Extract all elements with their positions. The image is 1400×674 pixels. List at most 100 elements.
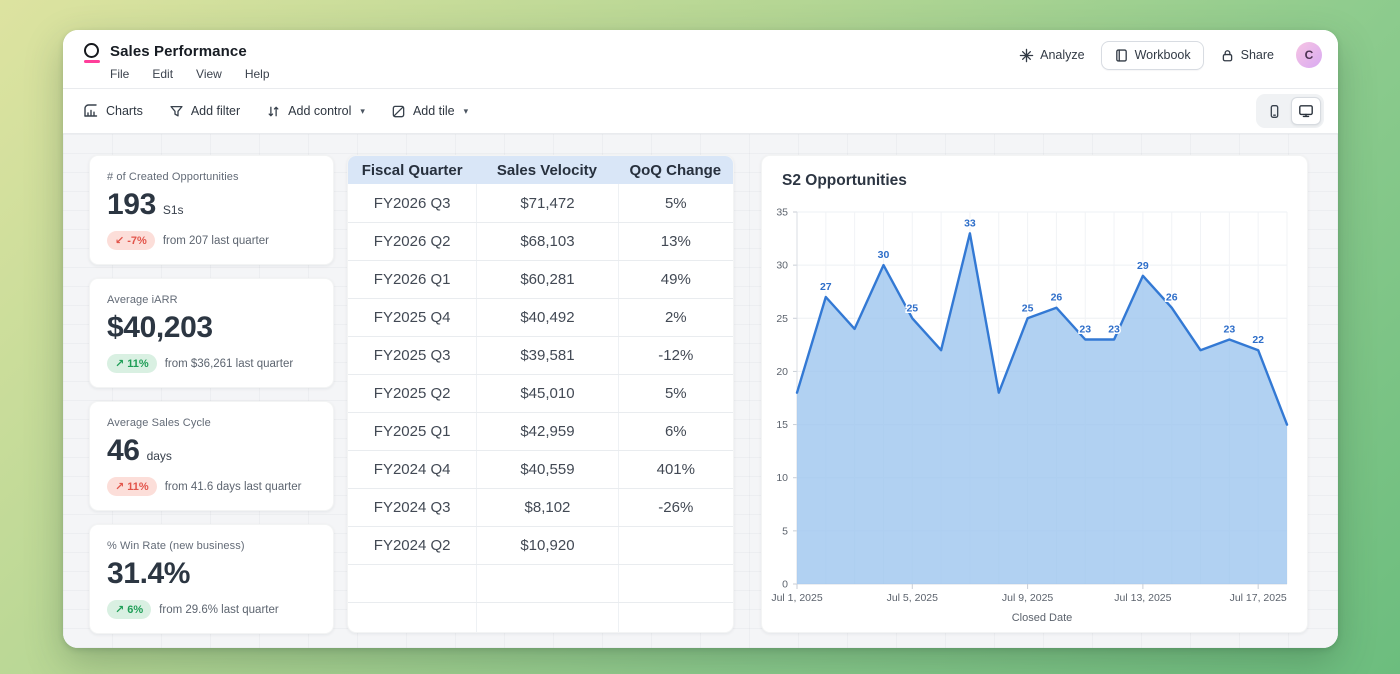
table-cell[interactable]: 49% <box>618 261 733 298</box>
table-row: FY2026 Q2$68,10313% <box>348 222 733 260</box>
chart-data-label: 25 <box>1022 302 1034 314</box>
workbook-button[interactable]: Workbook <box>1101 41 1204 70</box>
add-control-button[interactable]: Add control ▾ <box>266 104 365 119</box>
menu-view[interactable]: View <box>196 67 222 81</box>
table-cell[interactable]: -26% <box>618 489 733 526</box>
table-row: FY2025 Q1$42,9596% <box>348 412 733 450</box>
logo-ring-icon <box>84 43 99 58</box>
kpi-card[interactable]: # of Created Opportunities 193S1s ↙ -7% fro… <box>89 155 334 265</box>
mobile-view-button[interactable] <box>1259 97 1289 125</box>
chart-data-label: 26 <box>1166 292 1178 304</box>
kpi-compare-text: from 207 last quarter <box>163 235 269 247</box>
kpi-card[interactable]: Average Sales Cycle46days↗ 11%from 41.6 … <box>89 401 334 511</box>
table-cell[interactable]: $10,920 <box>476 527 617 564</box>
table-cell[interactable]: $60,281 <box>476 261 617 298</box>
y-axis-tick-label: 30 <box>776 260 788 272</box>
workbook-canvas: # of Created Opportunities 193S1s ↙ -7% fro… <box>63 134 1338 648</box>
table-cell[interactable]: FY2025 Q1 <box>348 413 476 450</box>
sales-velocity-table-tile[interactable]: Fiscal Quarter Sales Velocity QoQ Change… <box>347 155 734 633</box>
add-filter-button[interactable]: Add filter <box>169 104 240 119</box>
table-cell[interactable]: FY2025 Q4 <box>348 299 476 336</box>
table-cell[interactable]: $42,959 <box>476 413 617 450</box>
phone-icon <box>1267 104 1282 119</box>
share-button[interactable]: Share <box>1211 42 1283 69</box>
table-cell[interactable]: FY2024 Q3 <box>348 489 476 526</box>
kpi-delta-badge: ↗ 11% <box>107 354 157 373</box>
kpi-label: Average iARR <box>107 294 316 306</box>
workbook-title: Sales Performance <box>110 43 247 60</box>
table-cell[interactable]: 401% <box>618 451 733 488</box>
kpi-label: Average Sales Cycle <box>107 417 316 429</box>
table-header-row: Fiscal Quarter Sales Velocity QoQ Change <box>348 156 733 184</box>
column-header-qoq-change[interactable]: QoQ Change <box>618 156 733 184</box>
toolbar-right <box>1256 94 1324 128</box>
header-actions: Analyze Workbook Share C <box>1010 39 1322 71</box>
kpi-delta-badge: ↙ -7% <box>107 231 155 250</box>
table-cell[interactable]: 2% <box>618 299 733 336</box>
table-cell[interactable]: FY2026 Q1 <box>348 261 476 298</box>
menu-help[interactable]: Help <box>245 67 270 81</box>
table-cell[interactable]: $68,103 <box>476 223 617 260</box>
table-cell[interactable]: 6% <box>618 413 733 450</box>
add-control-label: Add control <box>288 104 351 118</box>
table-cell[interactable]: FY2024 Q4 <box>348 451 476 488</box>
table-cell[interactable]: FY2026 Q2 <box>348 223 476 260</box>
s2-opportunities-area-chart[interactable]: 05101520253035Jul 1, 2025Jul 5, 2025Jul … <box>762 200 1309 634</box>
table-row: FY2025 Q3$39,581-12% <box>348 336 733 374</box>
kpi-value-row: 193S1s <box>107 188 316 222</box>
table-row: FY2025 Q2$45,0105% <box>348 374 733 412</box>
share-label: Share <box>1241 48 1274 62</box>
kpi-card[interactable]: % Win Rate (new business)31.4%↗ 6%from 2… <box>89 524 334 634</box>
table-cell[interactable] <box>618 527 733 564</box>
kpi-value: 46 <box>107 434 140 468</box>
charts-button[interactable]: Charts <box>83 103 143 119</box>
kpi-suffix: days <box>147 449 172 463</box>
table-cell[interactable]: -12% <box>618 337 733 374</box>
menu-file[interactable]: File <box>110 67 129 81</box>
table-cell <box>618 603 733 633</box>
lock-icon <box>1220 48 1235 63</box>
table-cell[interactable]: $39,581 <box>476 337 617 374</box>
y-axis-tick-label: 35 <box>776 207 788 219</box>
column-header-sales-velocity[interactable]: Sales Velocity <box>476 156 617 184</box>
filter-funnel-icon <box>169 104 184 119</box>
kpi-value-row: 31.4% <box>107 557 316 591</box>
add-tile-button[interactable]: Add tile ▾ <box>391 104 468 119</box>
table-cell[interactable]: FY2025 Q3 <box>348 337 476 374</box>
table-row: FY2024 Q2$10,920 <box>348 526 733 564</box>
table-cell[interactable]: 13% <box>618 223 733 260</box>
column-header-fiscal-quarter[interactable]: Fiscal Quarter <box>348 156 476 184</box>
table-cell[interactable]: 5% <box>618 375 733 412</box>
table-cell[interactable]: $8,102 <box>476 489 617 526</box>
x-axis-tick-label: Jul 17, 2025 <box>1230 592 1287 604</box>
table-cell[interactable]: $40,492 <box>476 299 617 336</box>
table-cell[interactable]: $40,559 <box>476 451 617 488</box>
table-body: FY2026 Q3$71,4725%FY2026 Q2$68,10313%FY2… <box>348 184 733 633</box>
s2-opportunities-chart-tile[interactable]: S2 Opportunities 05101520253035Jul 1, 20… <box>761 155 1308 633</box>
chart-plot-area[interactable]: 05101520253035Jul 1, 2025Jul 5, 2025Jul … <box>762 200 1309 634</box>
table-cell <box>476 603 617 633</box>
kpi-label: # of Created Opportunities <box>107 171 316 183</box>
chart-data-label: 23 <box>1079 324 1091 336</box>
table-row <box>348 564 733 602</box>
table-cell[interactable]: 5% <box>618 184 733 222</box>
workbook-icon <box>1114 48 1129 63</box>
table-cell[interactable]: FY2025 Q2 <box>348 375 476 412</box>
sigma-logo[interactable] <box>84 43 101 63</box>
table-cell[interactable]: FY2026 Q3 <box>348 184 476 222</box>
workbook-toolbar: Charts Add filter Add control ▾ <box>63 88 1338 134</box>
menubar: File Edit View Help <box>110 67 270 81</box>
table-cell[interactable]: $45,010 <box>476 375 617 412</box>
table-cell[interactable]: $71,472 <box>476 184 617 222</box>
menu-edit[interactable]: Edit <box>152 67 173 81</box>
analyze-button[interactable]: Analyze <box>1010 42 1093 69</box>
table-cell[interactable]: FY2024 Q2 <box>348 527 476 564</box>
user-avatar[interactable]: C <box>1296 42 1322 68</box>
y-axis-tick-label: 5 <box>782 525 788 537</box>
chart-data-label: 30 <box>878 249 890 261</box>
kpi-delta-badge: ↗ 11% <box>107 477 157 496</box>
y-axis-tick-label: 10 <box>776 472 788 484</box>
kpi-card[interactable]: Average iARR$40,203↗ 11%from $36,261 las… <box>89 278 334 388</box>
y-axis-tick-label: 0 <box>782 579 788 591</box>
desktop-view-button[interactable] <box>1291 97 1321 125</box>
